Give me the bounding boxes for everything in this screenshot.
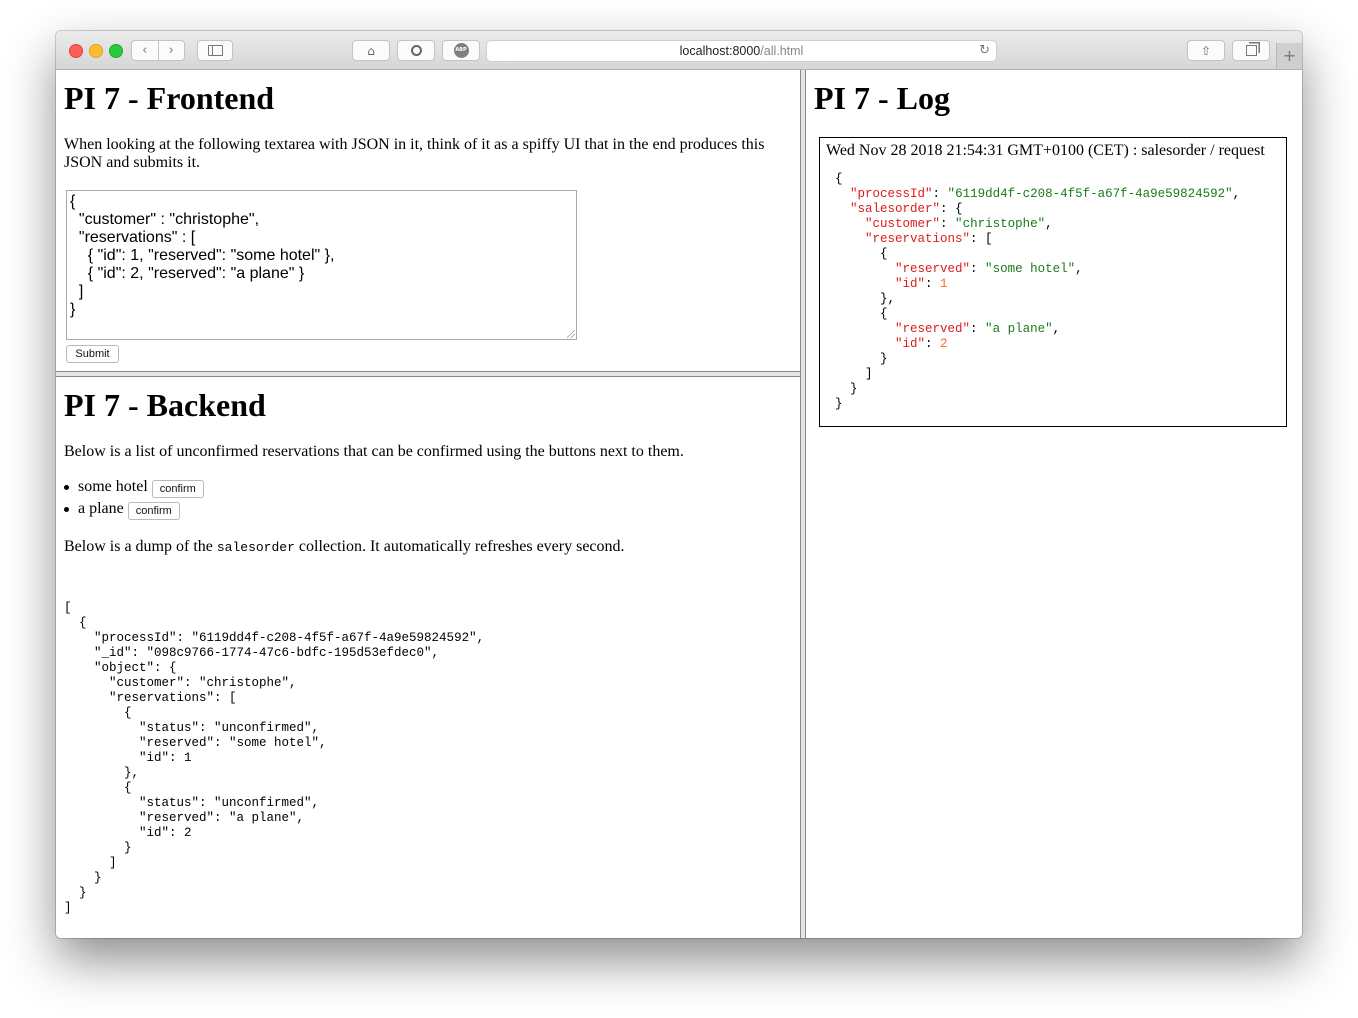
share-button[interactable]: ⇧: [1187, 40, 1225, 61]
log-reserved: a plane: [992, 322, 1046, 336]
reservation-label: some hotel: [78, 478, 148, 495]
log-process-id: 6119dd4f-c208-4f5f-a67f-4a9e59824592: [955, 187, 1226, 201]
list-item: some hotel confirm: [64, 477, 204, 499]
log-customer: christophe: [962, 217, 1038, 231]
back-icon[interactable]: ‹: [132, 41, 159, 60]
share-icon: ⇧: [1200, 43, 1212, 58]
browser-toolbar: ‹ › ⌂ ABP localhost:8000/all.html ↻ ⇧ +: [56, 31, 1302, 70]
history-icon: [410, 45, 422, 56]
forward-icon[interactable]: ›: [159, 41, 185, 60]
list-item: a plane confirm: [64, 499, 204, 521]
collection-name: salesorder: [216, 540, 295, 555]
frontend-description: When looking at the following textarea w…: [64, 136, 765, 171]
log-id: 2: [940, 337, 948, 351]
submit-button[interactable]: Submit: [66, 345, 119, 363]
url-path: /all.html: [760, 44, 804, 58]
backend-title: PI 7 - Backend: [64, 387, 266, 423]
tabs-button[interactable]: [1232, 40, 1270, 61]
log-entry-header: Wed Nov 28 2018 21:54:31 GMT+0100 (CET) …: [826, 142, 1265, 159]
address-bar[interactable]: localhost:8000/all.html ↻: [486, 40, 997, 62]
sidebar-button[interactable]: [197, 40, 233, 61]
new-tab-icon[interactable]: +: [1276, 43, 1302, 69]
log-id: 1: [940, 277, 948, 291]
url-host: localhost:8000: [679, 44, 761, 58]
home-icon: ⌂: [367, 43, 375, 58]
dump-intro-text-end: collection. It automatically refreshes e…: [294, 538, 625, 555]
log-frame: PI 7 - Log Wed Nov 28 2018 21:54:31 GMT+…: [806, 70, 1302, 938]
tabs-icon: [1245, 45, 1257, 56]
home-button[interactable]: ⌂: [352, 40, 390, 61]
dump-intro-text: Below is a dump of the: [64, 538, 217, 555]
reservation-label: a plane: [78, 500, 124, 517]
log-title: PI 7 - Log: [814, 80, 950, 116]
minimize-window-button[interactable]: [89, 44, 103, 58]
reload-icon[interactable]: ↻: [979, 41, 990, 61]
frontend-title: PI 7 - Frontend: [64, 80, 275, 116]
adblock-button[interactable]: ABP: [442, 40, 480, 61]
backend-frame: PI 7 - Backend Below is a list of unconf…: [56, 377, 800, 938]
log-entry-json: { "processId": "6119dd4f-c208-4f5f-a67f-…: [835, 172, 1241, 411]
log-entry: Wed Nov 28 2018 21:54:31 GMT+0100 (CET) …: [819, 137, 1287, 427]
confirm-button[interactable]: confirm: [151, 480, 204, 498]
frontend-frame: PI 7 - Frontend When looking at the foll…: [56, 70, 800, 371]
history-button[interactable]: [397, 40, 435, 61]
reservation-list: some hotel confirm a plane confirm: [64, 477, 204, 521]
nav-buttons: ‹ ›: [131, 40, 185, 61]
sidebar-icon: [207, 45, 223, 56]
backend-description: Below is a list of unconfirmed reservati…: [64, 443, 684, 460]
adblock-icon: ABP: [453, 43, 469, 58]
log-reserved: some hotel: [992, 262, 1068, 276]
dump-intro: Below is a dump of the salesorder collec…: [64, 538, 784, 557]
collection-dump: [ { "processId": "6119dd4f-c208-4f5f-a67…: [64, 601, 485, 915]
json-textarea[interactable]: { "customer" : "christophe", "reservatio…: [66, 190, 577, 340]
confirm-button[interactable]: confirm: [127, 502, 180, 520]
zoom-window-button[interactable]: [109, 44, 123, 58]
browser-window: ‹ › ⌂ ABP localhost:8000/all.html ↻ ⇧ +: [56, 31, 1302, 938]
close-window-button[interactable]: [69, 44, 83, 58]
